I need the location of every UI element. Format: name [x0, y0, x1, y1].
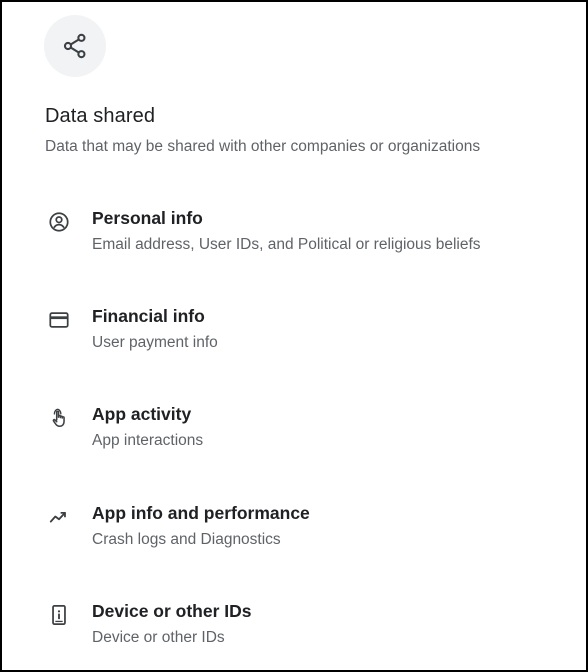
data-safety-panel: Data shared Data that may be shared with… — [0, 0, 588, 672]
item-title: App activity — [92, 404, 192, 424]
item-title: Device or other IDs — [92, 601, 252, 621]
section-title: Data shared — [45, 105, 156, 127]
item-description: Device or other IDs — [92, 629, 225, 646]
section-subtitle: Data that may be shared with other compa… — [45, 138, 481, 155]
account-circle-icon — [46, 209, 72, 235]
touch-hand-icon — [46, 405, 72, 431]
item-title: App info and performance — [92, 503, 310, 523]
list-item-device-ids: Device or other IDs Device or other IDs — [2, 601, 586, 661]
performance-trend-icon — [46, 504, 72, 530]
item-description: User payment info — [92, 334, 218, 351]
list-item-financial-info: Financial info User payment info — [2, 306, 586, 366]
item-title: Personal info — [92, 208, 203, 228]
list-item-personal-info: Personal info Email address, User IDs, a… — [2, 208, 586, 268]
list-item-app-activity: App activity App interactions — [2, 404, 586, 464]
item-description: App interactions — [92, 432, 204, 449]
item-description: Email address, User IDs, and Political o… — [92, 236, 481, 253]
item-description: Crash logs and Diagnostics — [92, 531, 281, 548]
credit-card-icon — [46, 307, 72, 333]
list-item-app-info-performance: App info and performance Crash logs and … — [2, 503, 586, 563]
share-icon-circle — [44, 15, 106, 77]
share-icon — [63, 33, 86, 59]
device-info-icon — [46, 602, 72, 628]
item-title: Financial info — [92, 306, 205, 326]
